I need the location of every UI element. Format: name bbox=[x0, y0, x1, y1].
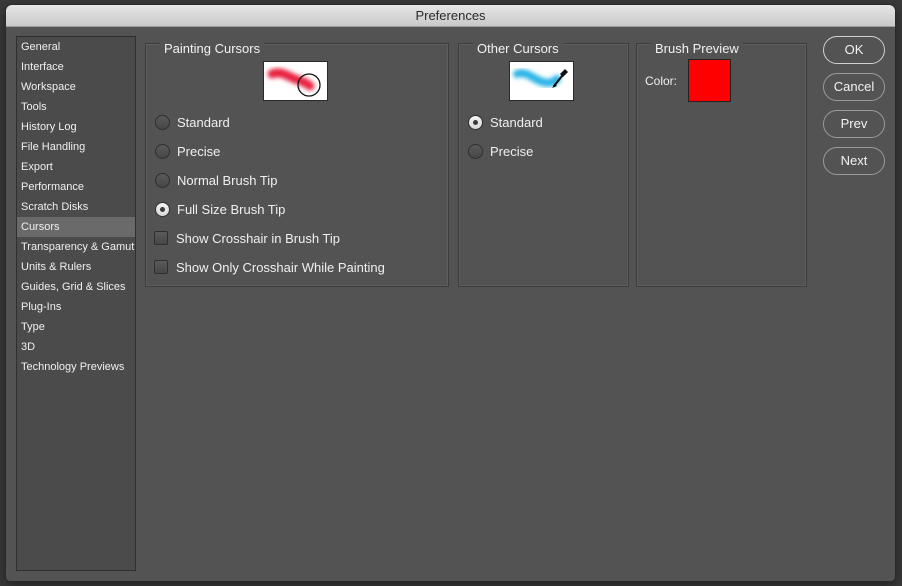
checkbox[interactable] bbox=[154, 231, 168, 245]
sidebar-item-history-log[interactable]: History Log bbox=[17, 117, 135, 137]
brush-stroke-red-icon bbox=[267, 68, 321, 97]
sidebar-item-type[interactable]: Type bbox=[17, 317, 135, 337]
sidebar-item-file-handling[interactable]: File Handling bbox=[17, 137, 135, 157]
sidebar-item-cursors[interactable]: Cursors bbox=[17, 217, 135, 237]
sidebar-item-guides-grid-slices[interactable]: Guides, Grid & Slices bbox=[17, 277, 135, 297]
sidebar-item-transparency-gamut[interactable]: Transparency & Gamut bbox=[17, 237, 135, 257]
sidebar-item-performance[interactable]: Performance bbox=[17, 177, 135, 197]
brush-color-swatch[interactable] bbox=[688, 59, 731, 102]
sidebar-item-interface[interactable]: Interface bbox=[17, 57, 135, 77]
sidebar-item-plug-ins[interactable]: Plug-Ins bbox=[17, 297, 135, 317]
painting-cursor-preview bbox=[263, 61, 328, 101]
radio-button[interactable] bbox=[155, 173, 170, 188]
sidebar-item-3d[interactable]: 3D bbox=[17, 337, 135, 357]
sidebar-item-technology-previews[interactable]: Technology Previews bbox=[17, 357, 135, 377]
sidebar-item-scratch-disks[interactable]: Scratch Disks bbox=[17, 197, 135, 217]
cancel-button[interactable]: Cancel bbox=[823, 73, 885, 101]
radio-button-selected[interactable] bbox=[468, 115, 483, 130]
next-button[interactable]: Next bbox=[823, 147, 885, 175]
sidebar-item-workspace[interactable]: Workspace bbox=[17, 77, 135, 97]
checkbox[interactable] bbox=[154, 260, 168, 274]
painting-cursors-group: Painting Cursors Standard Precise Normal… bbox=[145, 41, 449, 287]
sidebar-item-tools[interactable]: Tools bbox=[17, 97, 135, 117]
radio-button[interactable] bbox=[468, 144, 483, 159]
radio-button-selected[interactable] bbox=[155, 202, 170, 217]
sidebar-item-general[interactable]: General bbox=[17, 37, 135, 57]
window-title: Preferences bbox=[6, 5, 895, 27]
color-label: Color: bbox=[645, 74, 678, 88]
preferences-dialog: Preferences General Interface Workspace … bbox=[6, 5, 895, 581]
other-cursors-group: Other Cursors Standard Precise bbox=[458, 41, 629, 287]
other-cursor-preview bbox=[509, 61, 574, 101]
ok-button[interactable]: OK bbox=[823, 36, 885, 64]
other-cursors-title: Other Cursors bbox=[473, 41, 563, 56]
preferences-sidebar: General Interface Workspace Tools Histor… bbox=[16, 36, 136, 571]
brush-preview-title: Brush Preview bbox=[651, 41, 743, 56]
sidebar-item-export[interactable]: Export bbox=[17, 157, 135, 177]
painting-cursors-title: Painting Cursors bbox=[160, 41, 265, 56]
radio-button[interactable] bbox=[155, 144, 170, 159]
prev-button[interactable]: Prev bbox=[823, 110, 885, 138]
radio-button[interactable] bbox=[155, 115, 170, 130]
brush-stroke-blue-icon bbox=[513, 69, 568, 88]
sidebar-item-units-rulers[interactable]: Units & Rulers bbox=[17, 257, 135, 277]
